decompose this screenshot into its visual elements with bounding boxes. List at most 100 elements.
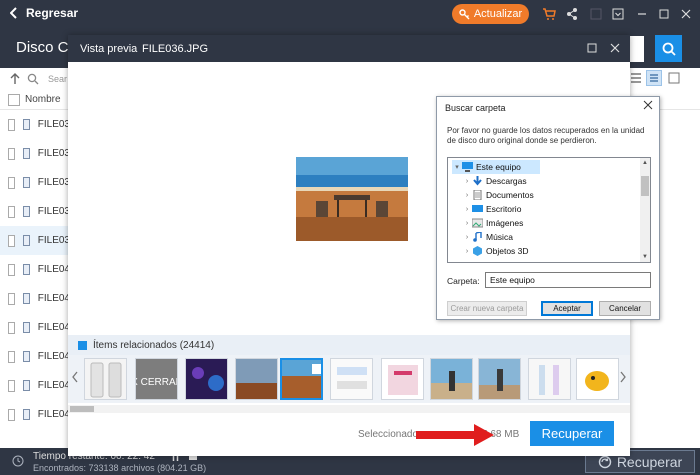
expand-icon[interactable]: › [462, 234, 472, 241]
tree-label: Música [486, 232, 513, 242]
feedback-icon[interactable] [590, 7, 602, 21]
detail-view-icon[interactable] [668, 72, 680, 84]
list-view-icon[interactable] [646, 70, 662, 86]
file-row[interactable]: FILE03 [0, 197, 70, 226]
maximize-icon[interactable] [658, 7, 670, 21]
file-checkbox[interactable] [8, 263, 16, 276]
strip-left-icon[interactable] [72, 371, 78, 383]
file-row[interactable]: FILE04 [0, 371, 70, 400]
red-arrow-annotation [414, 423, 496, 447]
update-button[interactable]: Actualizar [452, 4, 529, 24]
file-checkbox[interactable] [8, 292, 16, 305]
file-name: FILE03 [37, 148, 70, 159]
preview-recover-button[interactable]: Recuperar [530, 421, 614, 446]
expand-icon[interactable]: › [462, 248, 472, 255]
file-name: FILE04 [37, 322, 70, 333]
expand-down-icon[interactable]: ▾ [452, 163, 462, 171]
file-row[interactable]: FILE04 [0, 284, 70, 313]
select-all-checkbox[interactable] [8, 94, 20, 106]
chevron-left-icon [10, 7, 18, 19]
file-checkbox[interactable] [8, 147, 16, 160]
file-checkbox[interactable] [8, 350, 16, 363]
scrollbar-thumb[interactable] [70, 406, 94, 412]
file-row[interactable]: FILE04 [0, 313, 70, 342]
thumbnail[interactable] [330, 358, 373, 400]
menu-icon[interactable] [612, 7, 624, 21]
image-file-icon [23, 119, 30, 130]
preview-filename: FILE036.JPG [142, 43, 209, 55]
file-row[interactable]: FILE03 [0, 168, 70, 197]
expand-icon[interactable]: › [462, 206, 472, 213]
column-name[interactable]: Nombre [25, 94, 61, 105]
thumbnail[interactable] [84, 358, 127, 400]
tree-scrollbar-thumb[interactable] [641, 176, 649, 196]
file-checkbox[interactable] [8, 118, 16, 131]
close-icon[interactable] [680, 7, 692, 21]
folder-dialog-close-icon[interactable] [643, 100, 653, 110]
tree-item-3d-objects[interactable]: › Objetos 3D [462, 244, 529, 258]
file-checkbox[interactable] [8, 379, 16, 392]
tree-item-music[interactable]: › Música [462, 230, 513, 244]
tree-scrollbar[interactable]: ▲ ▼ [640, 158, 650, 262]
scroll-up-icon[interactable]: ▲ [642, 160, 648, 166]
cart-icon[interactable] [542, 7, 556, 21]
preview-close-icon[interactable] [610, 43, 620, 53]
thumbnail[interactable] [478, 358, 521, 400]
thumbnail-selected[interactable] [280, 358, 323, 400]
thumbnail[interactable]: X CERRAR [135, 358, 178, 400]
grid-view-icon[interactable] [630, 72, 642, 84]
thumbnail[interactable] [185, 358, 228, 400]
file-checkbox[interactable] [8, 234, 16, 247]
tree-item-this-pc[interactable]: ▾ Este equipo [452, 160, 540, 174]
file-checkbox[interactable] [8, 205, 16, 218]
file-checkbox[interactable] [8, 321, 16, 334]
thumbnail[interactable] [528, 358, 571, 400]
back-button[interactable]: Regresar [10, 6, 78, 20]
file-row[interactable]: FILE04 [0, 342, 70, 371]
related-checkbox[interactable] [78, 340, 87, 350]
file-name: FILE04 [37, 264, 70, 275]
preview-maximize-icon[interactable] [587, 43, 597, 53]
image-file-icon [23, 206, 30, 217]
thumbnail[interactable] [235, 358, 278, 400]
tree-item-pictures[interactable]: › Imágenes [462, 216, 524, 230]
expand-icon[interactable]: › [462, 178, 472, 185]
file-row[interactable]: FILE03 [0, 226, 70, 255]
tree-item-documents[interactable]: › Documentos [462, 188, 534, 202]
thumbnail-scrollbar[interactable] [68, 405, 630, 413]
file-row[interactable]: FILE03 [0, 110, 70, 139]
file-name: FILE03 [37, 235, 70, 246]
minimize-icon[interactable] [636, 7, 648, 21]
file-checkbox[interactable] [8, 408, 16, 421]
list-search-placeholder[interactable]: Sear [48, 74, 67, 84]
thumbnail[interactable] [576, 358, 619, 400]
file-checkbox[interactable] [8, 176, 16, 189]
cancel-button[interactable]: Cancelar [599, 301, 651, 316]
thumbnail[interactable] [381, 358, 424, 400]
tree-item-downloads[interactable]: › Descargas [462, 174, 527, 188]
strip-right-icon[interactable] [620, 371, 626, 383]
tree-label: Escritorio [486, 204, 522, 214]
arrow-up-icon[interactable] [10, 73, 20, 85]
thumbnail[interactable] [430, 358, 473, 400]
image-file-icon [23, 409, 30, 420]
selected-label: Seleccionado [358, 429, 419, 440]
folder-input[interactable]: Este equipo [485, 272, 651, 288]
scroll-down-icon[interactable]: ▼ [642, 254, 648, 260]
tree-item-desktop[interactable]: › Escritorio [462, 202, 522, 216]
expand-icon[interactable]: › [462, 220, 472, 227]
accept-button[interactable]: Aceptar [541, 301, 593, 316]
document-icon [472, 190, 483, 200]
file-row[interactable]: FILE04 [0, 400, 70, 429]
download-icon [472, 176, 483, 186]
file-name: FILE04 [37, 293, 70, 304]
folder-dialog-title: Buscar carpeta [445, 103, 506, 113]
search-button[interactable] [655, 35, 682, 62]
expand-icon[interactable]: › [462, 192, 472, 199]
file-row[interactable]: FILE04 [0, 255, 70, 284]
share-icon[interactable] [566, 7, 578, 21]
file-row[interactable]: FILE03 [0, 139, 70, 168]
new-folder-button[interactable]: Crear nueva carpeta [447, 301, 527, 316]
cube-icon [472, 246, 483, 256]
search-small-icon[interactable] [27, 73, 39, 85]
